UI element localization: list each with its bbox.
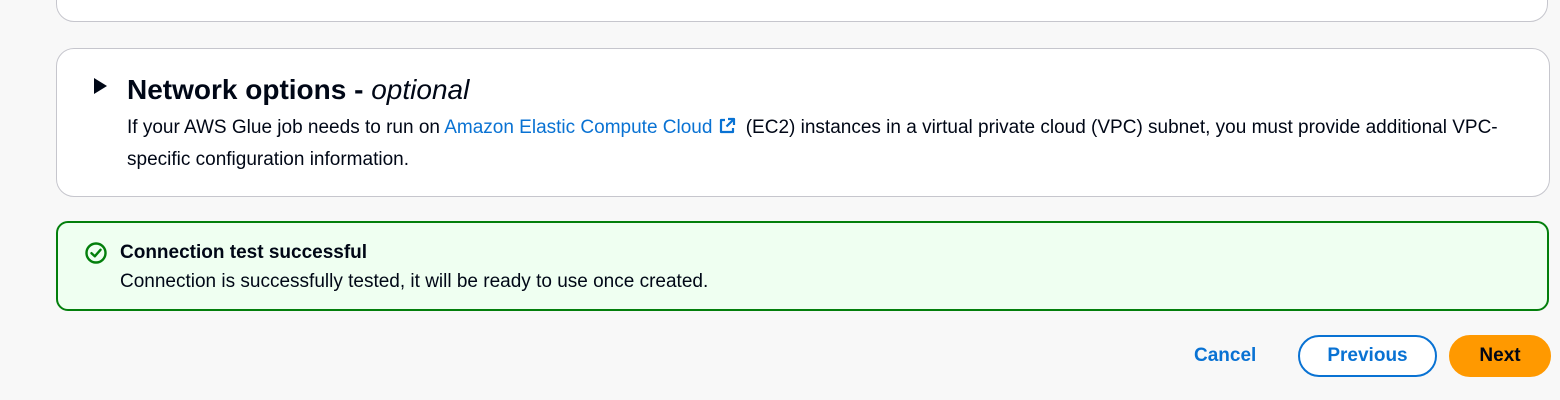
caret-right-icon[interactable] [91, 77, 109, 95]
external-link-icon [718, 115, 736, 145]
ec2-external-link[interactable]: Amazon Elastic Compute Cloud [444, 117, 740, 138]
status-positive-icon [84, 241, 108, 265]
alert-title: Connection test successful [120, 242, 368, 263]
previous-button[interactable]: Previous [1298, 335, 1437, 377]
next-button[interactable]: Next [1449, 335, 1551, 377]
network-options-description: If your AWS Glue job needs to run on Ama… [127, 113, 1527, 175]
previous-section-card [56, 0, 1548, 22]
alert-message: Connection is successfully tested, it wi… [120, 271, 709, 292]
title-optional: optional [371, 74, 470, 105]
description-before-link: If your AWS Glue job needs to run on [127, 117, 445, 138]
link-text: Amazon Elastic Compute Cloud [444, 117, 713, 138]
success-alert: Connection test successful Connection is… [56, 221, 1549, 311]
cancel-button[interactable]: Cancel [1178, 336, 1272, 376]
page: Network options - optional If your AWS G… [0, 0, 1560, 400]
title-text: Network options - [127, 74, 372, 105]
network-options-section: Network options - optional If your AWS G… [56, 48, 1550, 197]
network-options-title[interactable]: Network options - optional [127, 73, 469, 107]
